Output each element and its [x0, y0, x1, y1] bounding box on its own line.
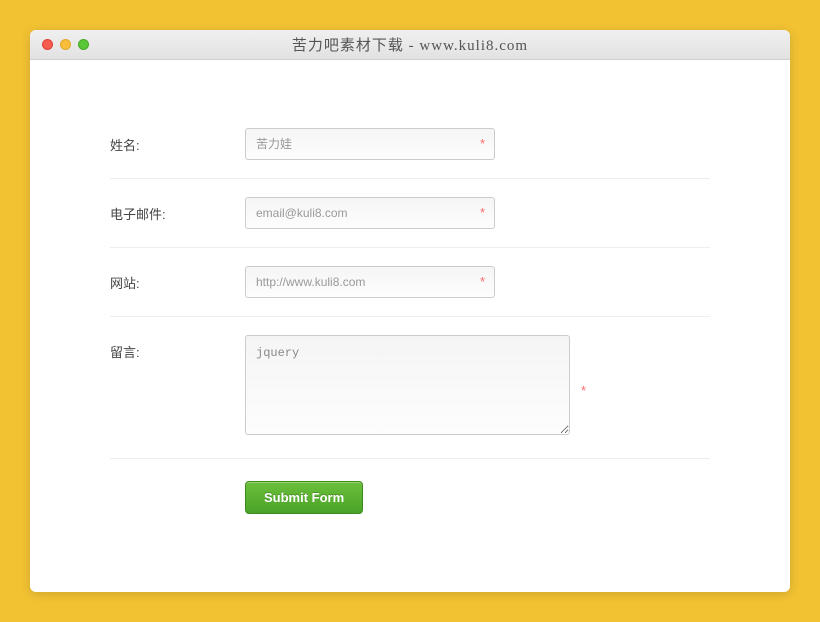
required-star-icon: *: [480, 205, 485, 220]
label-spacer: [110, 481, 245, 488]
row-website: 网站: *: [110, 248, 710, 317]
row-name: 姓名: *: [110, 110, 710, 179]
maximize-icon[interactable]: [78, 39, 89, 50]
label-email: 电子邮件:: [110, 197, 245, 223]
field-name: *: [245, 128, 495, 160]
required-star-icon: *: [480, 136, 485, 151]
label-comment: 留言:: [110, 335, 245, 361]
form-content: 姓名: * 电子邮件: * 网站: * 留言: *: [30, 60, 790, 592]
window-title: 苦力吧素材下载 - www.kuli8.com: [30, 34, 790, 55]
field-email: *: [245, 197, 495, 229]
field-comment: *: [245, 335, 570, 440]
comment-textarea[interactable]: [245, 335, 570, 435]
required-star-icon: *: [480, 274, 485, 289]
email-input[interactable]: [245, 197, 495, 229]
close-icon[interactable]: [42, 39, 53, 50]
minimize-icon[interactable]: [60, 39, 71, 50]
row-email: 电子邮件: *: [110, 179, 710, 248]
name-input[interactable]: [245, 128, 495, 160]
field-submit: Submit Form: [245, 481, 363, 514]
titlebar: 苦力吧素材下载 - www.kuli8.com: [30, 30, 790, 60]
row-comment: 留言: *: [110, 317, 710, 459]
required-star-icon: *: [581, 383, 586, 398]
row-submit: Submit Form: [110, 459, 710, 532]
label-website: 网站:: [110, 266, 245, 292]
field-website: *: [245, 266, 495, 298]
app-window: 苦力吧素材下载 - www.kuli8.com 姓名: * 电子邮件: * 网站…: [30, 30, 790, 592]
website-input[interactable]: [245, 266, 495, 298]
traffic-lights: [30, 39, 89, 50]
submit-button[interactable]: Submit Form: [245, 481, 363, 514]
label-name: 姓名:: [110, 128, 245, 154]
